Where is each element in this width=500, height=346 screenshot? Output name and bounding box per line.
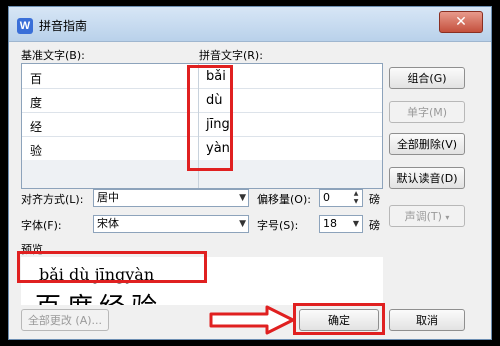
alignment-label: 对齐方式(L): <box>21 193 84 206</box>
tone-button[interactable]: 声调(T) ▾ <box>389 205 465 227</box>
offset-stepper[interactable]: 0 ▲ ▼ <box>319 189 363 207</box>
preview-hanzi: 百度经验 <box>35 287 163 305</box>
tone-button-label: 声调(T) <box>404 210 442 223</box>
spin-arrows-icon[interactable]: ▲ ▼ <box>351 190 361 206</box>
arrow-right-icon <box>209 305 295 335</box>
preview-highlight-box <box>17 251 207 283</box>
close-button[interactable]: ✕ <box>439 11 483 33</box>
ok-highlight-box <box>293 303 385 335</box>
pinyin-highlight-box <box>187 65 233 171</box>
pinyin-guide-dialog: W 拼音指南 ✕ 基准文字(B): 拼音文字(R): 百 bǎi 度 dù 经 … <box>8 6 492 340</box>
offset-unit-label: 磅 <box>369 193 380 206</box>
change-all-button[interactable]: 全部更改 (A)... <box>21 309 109 331</box>
font-label: 字体(F): <box>21 219 62 232</box>
offset-label: 偏移量(O): <box>257 193 311 206</box>
alignment-select[interactable]: 居中 ▼ <box>93 189 249 207</box>
size-unit-label: 磅 <box>369 219 380 232</box>
size-label: 字号(S): <box>257 219 299 232</box>
base-text-field[interactable]: 经 <box>30 118 42 135</box>
size-select[interactable]: 18 ▼ <box>319 215 363 233</box>
cancel-button[interactable]: 取消 <box>389 309 465 331</box>
chevron-down-icon: ▼ <box>352 219 360 228</box>
base-text-field[interactable]: 验 <box>30 142 42 159</box>
chevron-down-icon: ▼ <box>239 219 246 229</box>
delete-all-button[interactable]: 全部删除(V) <box>389 133 465 155</box>
chevron-down-icon: ▾ <box>445 213 450 222</box>
font-select[interactable]: 宋体 ▼ <box>93 215 249 233</box>
group-button[interactable]: 组合(G) <box>389 67 465 89</box>
single-char-button[interactable]: 单字(M) <box>389 101 465 123</box>
ruby-text-label: 拼音文字(R): <box>199 49 263 62</box>
title-bar: W 拼音指南 ✕ <box>9 7 491 42</box>
base-text-field[interactable]: 百 <box>30 70 42 87</box>
window-title: 拼音指南 <box>39 19 88 33</box>
alignment-value: 居中 <box>97 191 119 204</box>
offset-value: 0 <box>323 191 330 204</box>
size-value: 18 <box>323 217 337 230</box>
base-text-field[interactable]: 度 <box>30 94 42 111</box>
base-text-label: 基准文字(B): <box>21 49 85 62</box>
wps-app-icon: W <box>17 18 33 34</box>
default-reading-button[interactable]: 默认读音(D) <box>389 167 465 189</box>
chevron-down-icon: ▼ <box>239 193 246 203</box>
font-value: 宋体 <box>97 217 119 230</box>
